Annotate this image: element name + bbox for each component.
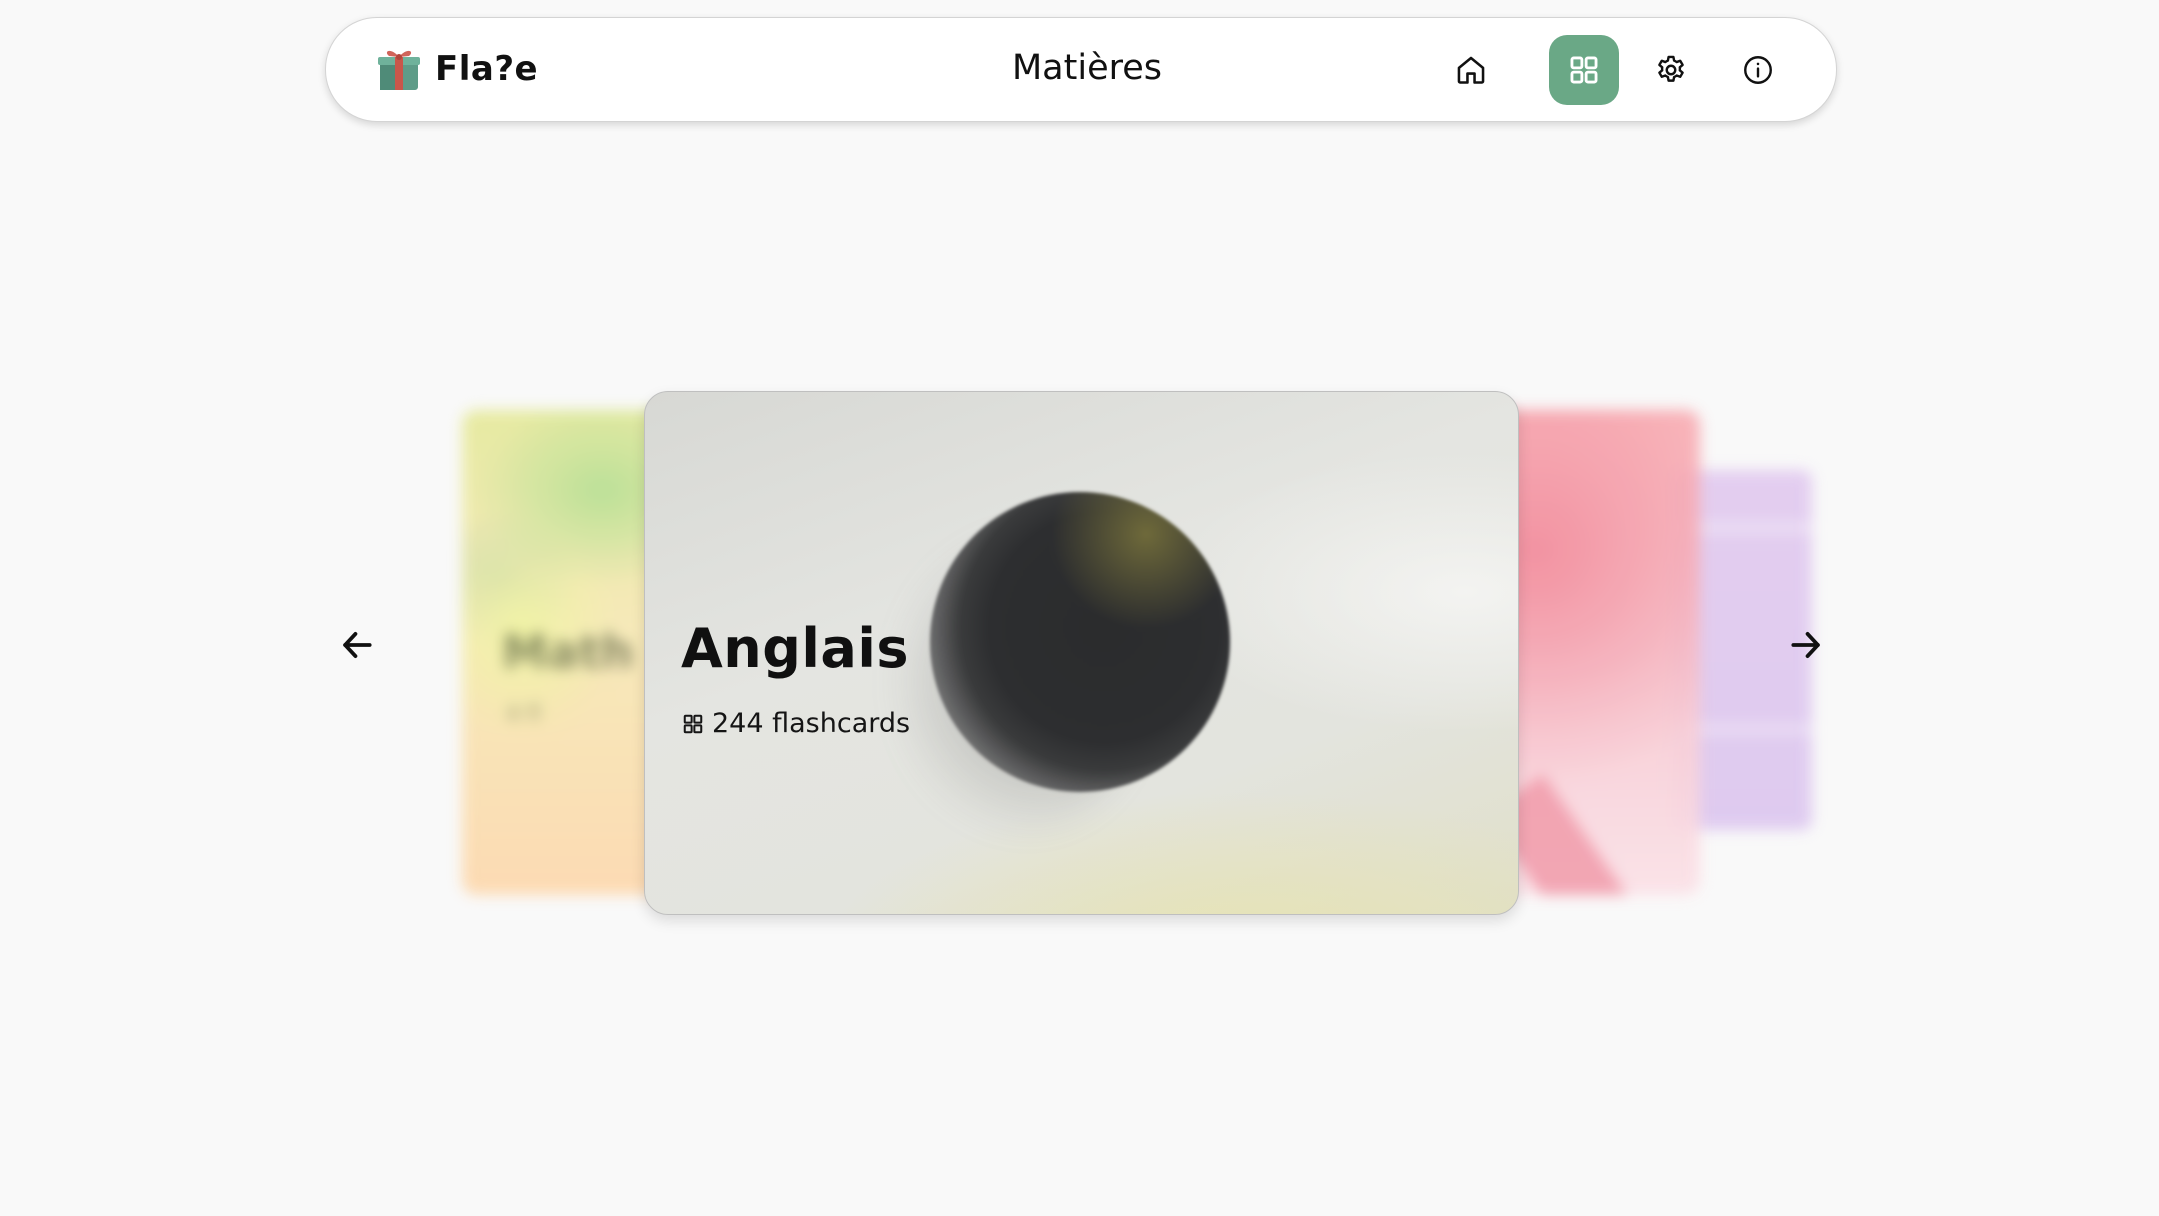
subject-card-previous[interactable]: Math 4 fl (462, 410, 672, 895)
subject-card-previous-title: Math (502, 625, 634, 679)
carousel-next-button[interactable] (1781, 620, 1831, 670)
subject-meta: 244 flashcards (682, 708, 910, 739)
arrow-left-icon (343, 632, 372, 658)
subject-card-previous-count: 4 fl (506, 702, 541, 727)
flashcard-count: 244 flashcards (712, 708, 911, 739)
subject-card-next[interactable] (1495, 410, 1700, 895)
grid-icon (683, 714, 703, 733)
subject-title: Anglais (681, 617, 909, 680)
arrow-right-icon (1791, 632, 1820, 658)
app-root: Fla?e Matières Math 4 fl Anglais 244 fla… (0, 0, 2159, 1216)
subjects-carousel: Math 4 fl Anglais 244 flashcards (0, 0, 2159, 1216)
subject-card-current[interactable]: Anglais 244 flashcards (644, 391, 1519, 915)
carousel-prev-button[interactable] (332, 620, 382, 670)
card-artwork-orb (930, 492, 1230, 792)
